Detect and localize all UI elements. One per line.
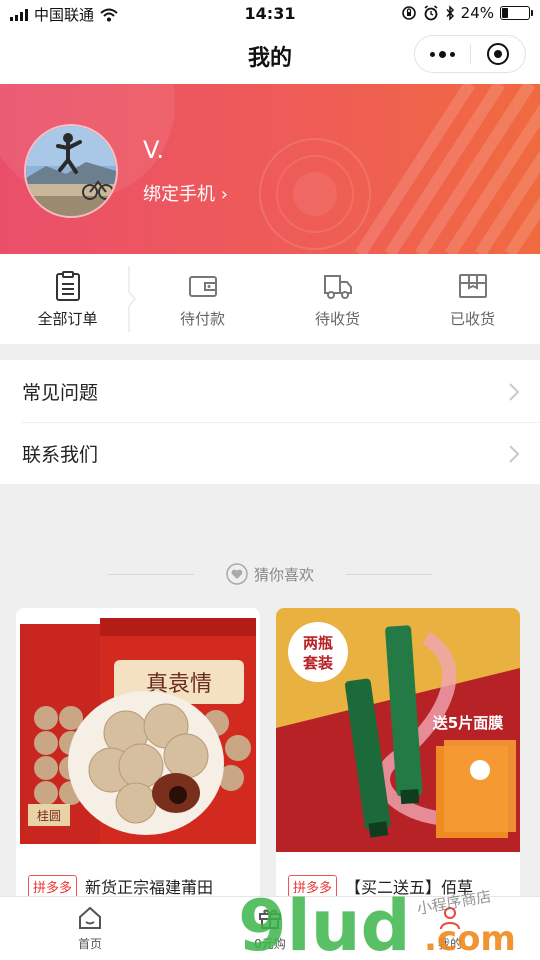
product-image-label: 桂圆 <box>37 808 61 823</box>
order-label-pending-payment: 待付款 <box>179 309 225 328</box>
tab-label-home: 首页 <box>77 937 102 951</box>
user-name: V. <box>143 136 164 164</box>
avatar-photo <box>26 126 116 216</box>
truck-icon <box>323 274 352 299</box>
status-bar: 中国联通 14:31 24% <box>0 0 540 28</box>
status-right: 24% <box>401 4 533 22</box>
product-card[interactable]: 两瓶 套装 送5片面膜 拼多多 【买二送五】佰草 <box>276 608 520 908</box>
alarm-icon <box>424 5 438 21</box>
menu-list: 常见问题 联系我们 <box>0 360 540 484</box>
pinduoduo-tag: 拼多多 <box>288 874 338 898</box>
product-title: 拼多多 【买二送五】佰草 <box>288 874 512 898</box>
menu-item-faq[interactable]: 常见问题 <box>0 360 540 422</box>
product-title: 拼多多 新货正宗福建莆田 <box>28 874 252 898</box>
product-title-text: 新货正宗福建莆田 <box>85 878 214 897</box>
battery-icon <box>500 6 533 20</box>
tab-me[interactable]: 我的 <box>360 897 540 960</box>
tab-label-free: 0元购 <box>254 937 286 951</box>
tab-label-me: 我的 <box>437 937 462 951</box>
avatar[interactable] <box>24 124 118 218</box>
tab-bar: 首页 0元购 我的 <box>0 896 540 960</box>
capsule-menu <box>414 35 526 73</box>
nav-bar: 我的 <box>0 28 540 84</box>
orientation-lock-icon <box>401 6 416 20</box>
product-badge-line2: 套装 <box>302 654 334 672</box>
product-image: 两瓶 套装 送5片面膜 <box>276 608 520 852</box>
product-card[interactable]: 真袁情 桂圆 拼多多 新货正宗福建莆田 <box>16 608 260 908</box>
order-item-pending-payment[interactable]: 待付款 <box>135 254 270 344</box>
clipboard-icon <box>55 270 80 301</box>
profile-banner: V. 绑定手机 › <box>0 84 540 254</box>
guess-you-like-header: 猜你喜欢 <box>0 560 540 588</box>
divider-line <box>108 574 194 575</box>
order-label-received: 已收货 <box>449 309 495 328</box>
order-divider <box>128 266 136 332</box>
bind-phone-link[interactable]: 绑定手机 › <box>143 180 228 206</box>
bluetooth-icon <box>446 5 454 21</box>
more-button[interactable] <box>415 50 470 58</box>
menu-label-faq: 常见问题 <box>22 381 99 404</box>
order-status-row: 全部订单 待付款 待收货 已收货 <box>0 254 540 344</box>
product-image: 真袁情 桂圆 <box>16 608 260 852</box>
chevron-right-icon <box>509 383 520 401</box>
order-label-all: 全部订单 <box>37 309 98 328</box>
chevron-right-icon <box>509 445 520 463</box>
tab-home[interactable]: 首页 <box>0 897 180 960</box>
battery-fill <box>502 8 509 18</box>
heart-icon <box>226 563 248 585</box>
order-item-all[interactable]: 全部订单 <box>0 254 135 344</box>
home-icon <box>79 906 101 929</box>
product-title-text: 【买二送五】佰草 <box>345 878 474 897</box>
gift-icon <box>259 909 281 929</box>
wallet-icon <box>188 275 217 297</box>
pinduoduo-tag: 拼多多 <box>28 874 78 898</box>
guess-label: 猜你喜欢 <box>253 565 314 584</box>
order-item-received[interactable]: 已收货 <box>405 254 540 344</box>
product-promo-text: 送5片面膜 <box>432 714 503 732</box>
tab-free[interactable]: 0元购 <box>180 897 360 960</box>
order-label-pending-receipt: 待收货 <box>314 309 360 328</box>
user-icon <box>440 907 460 930</box>
menu-label-contact: 联系我们 <box>22 443 99 466</box>
box-icon <box>458 273 487 298</box>
close-target-icon <box>486 43 509 65</box>
close-button[interactable] <box>471 43 526 65</box>
battery-percent: 24% <box>460 4 494 22</box>
divider-line <box>346 574 432 575</box>
menu-item-contact[interactable]: 联系我们 <box>0 422 540 484</box>
order-item-pending-receipt[interactable]: 待收货 <box>270 254 405 344</box>
product-badge-line1: 两瓶 <box>303 634 333 652</box>
